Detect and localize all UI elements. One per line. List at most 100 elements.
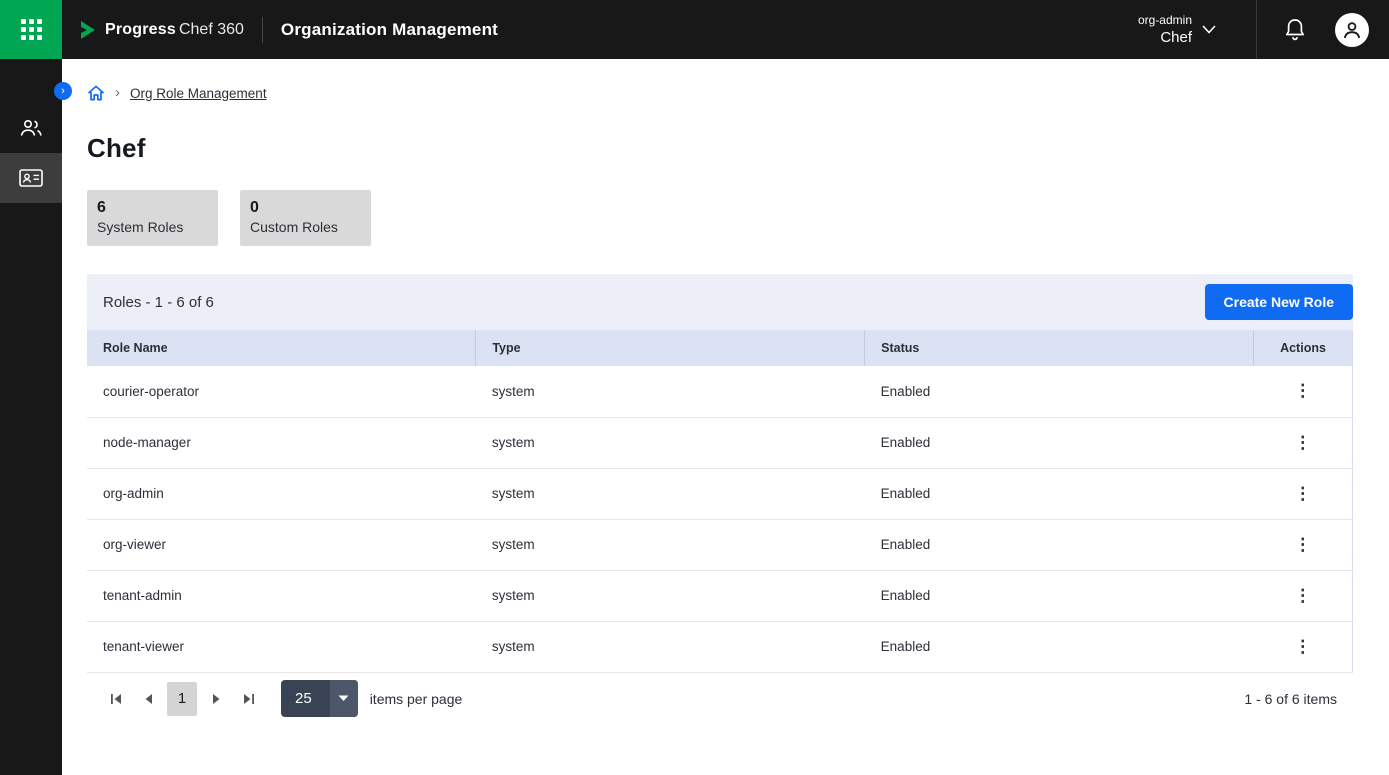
table-row: org-adminsystemEnabled ⋮ [87, 468, 1353, 519]
table-row: courier-operatorsystemEnabled ⋮ [87, 366, 1353, 417]
pagination-range-label: 1 - 6 of 6 items [1244, 691, 1351, 707]
sidebar-toggle-chevron-icon: › [61, 85, 65, 97]
role-type-cell: system [476, 621, 865, 672]
row-actions-cell: ⋮ [1254, 366, 1353, 417]
breadcrumb-home-button[interactable] [87, 84, 105, 102]
progress-chevron-icon [78, 20, 98, 40]
role-name-cell: courier-operator [87, 366, 476, 417]
app-launcher-button[interactable] [0, 0, 62, 59]
org-role-label: org-admin [1138, 12, 1192, 28]
role-name-cell: org-viewer [87, 519, 476, 570]
custom-roles-count: 0 [250, 199, 355, 217]
page-size-select[interactable]: 25 [281, 680, 358, 717]
row-actions-menu-icon[interactable]: ⋮ [1284, 377, 1321, 405]
user-avatar-button[interactable] [1335, 13, 1369, 47]
next-page-button[interactable] [203, 684, 229, 714]
row-actions-menu-icon[interactable]: ⋮ [1284, 531, 1321, 559]
page-size-value: 25 [281, 680, 330, 717]
sidebar: › [0, 59, 62, 775]
app-title: Organization Management [281, 20, 498, 40]
main-content: › Org Role Management Chef 6 System Role… [62, 59, 1389, 775]
row-actions-cell: ⋮ [1254, 519, 1353, 570]
last-page-button[interactable] [235, 684, 261, 714]
custom-roles-label: Custom Roles [250, 219, 355, 235]
role-type-cell: system [476, 417, 865, 468]
role-type-cell: system [476, 519, 865, 570]
sidebar-item-org-roles[interactable] [0, 153, 62, 203]
system-roles-count: 6 [97, 199, 202, 217]
row-actions-menu-icon[interactable]: ⋮ [1284, 582, 1321, 610]
role-status-cell: Enabled [865, 366, 1254, 417]
role-badge-icon [18, 167, 44, 189]
column-header-role-name: Role Name [87, 330, 476, 366]
last-page-icon [242, 693, 255, 705]
table-row: org-viewersystemEnabled ⋮ [87, 519, 1353, 570]
org-texts: org-admin Chef [1138, 12, 1192, 47]
brand-secondary-text: Chef 360 [179, 21, 244, 39]
role-status-cell: Enabled [865, 417, 1254, 468]
row-actions-cell: ⋮ [1254, 570, 1353, 621]
row-actions-cell: ⋮ [1254, 468, 1353, 519]
next-page-icon [212, 693, 221, 705]
page-size-dropdown-arrow-icon [330, 680, 358, 717]
page: Progress Chef 360 Organization Managemen… [0, 0, 1389, 775]
first-page-icon [110, 693, 123, 705]
roles-table: Role Name Type Status Actions courier-op… [87, 330, 1353, 673]
bell-icon [1284, 18, 1306, 42]
row-actions-menu-icon[interactable]: ⋮ [1284, 633, 1321, 661]
chevron-down-icon [1202, 25, 1216, 34]
row-actions-cell: ⋮ [1254, 621, 1353, 672]
previous-page-icon [144, 693, 153, 705]
first-page-button[interactable] [103, 684, 129, 714]
previous-page-button[interactable] [135, 684, 161, 714]
role-type-cell: system [476, 366, 865, 417]
user-icon [1341, 19, 1363, 41]
role-name-cell: tenant-admin [87, 570, 476, 621]
column-header-type: Type [476, 330, 865, 366]
row-actions-menu-icon[interactable]: ⋮ [1284, 429, 1321, 457]
app-grid-icon [21, 19, 42, 40]
table-row: node-managersystemEnabled ⋮ [87, 417, 1353, 468]
column-header-actions: Actions [1254, 330, 1353, 366]
pagination-bar: 1 25 item [87, 673, 1353, 725]
stats-row: 6 System Roles 0 Custom Roles [87, 190, 1353, 246]
breadcrumb-separator-icon: › [115, 84, 120, 101]
roles-table-title: Roles - 1 - 6 of 6 [103, 294, 214, 311]
org-switcher[interactable]: org-admin Chef [1138, 12, 1216, 47]
role-status-cell: Enabled [865, 468, 1254, 519]
stat-card-system-roles: 6 System Roles [87, 190, 218, 246]
system-roles-label: System Roles [97, 219, 202, 235]
role-name-cell: node-manager [87, 417, 476, 468]
stat-card-custom-roles: 0 Custom Roles [240, 190, 371, 246]
sidebar-item-users[interactable] [0, 103, 62, 153]
org-name-label: Chef [1160, 28, 1192, 47]
page-title: Chef [87, 133, 1353, 164]
table-row: tenant-viewersystemEnabled ⋮ [87, 621, 1353, 672]
role-status-cell: Enabled [865, 570, 1254, 621]
role-name-cell: org-admin [87, 468, 476, 519]
header-right: org-admin Chef [1138, 0, 1389, 59]
column-header-status: Status [865, 330, 1254, 366]
current-page-indicator[interactable]: 1 [167, 682, 197, 716]
roles-table-section: Roles - 1 - 6 of 6 Create New Role Role … [87, 274, 1353, 725]
header-divider [262, 17, 263, 43]
row-actions-menu-icon[interactable]: ⋮ [1284, 480, 1321, 508]
roles-table-body: courier-operatorsystemEnabled⋮node-manag… [87, 366, 1353, 672]
role-status-cell: Enabled [865, 519, 1254, 570]
breadcrumb: › Org Role Management [87, 83, 1353, 103]
brand-logo: Progress Chef 360 [78, 20, 244, 40]
table-header-row: Role Name Type Status Actions [87, 330, 1353, 366]
breadcrumb-link-org-role-management[interactable]: Org Role Management [130, 86, 267, 101]
table-row: tenant-adminsystemEnabled ⋮ [87, 570, 1353, 621]
create-new-role-button[interactable]: Create New Role [1205, 284, 1353, 320]
roles-table-toolbar: Roles - 1 - 6 of 6 Create New Role [87, 274, 1353, 330]
role-type-cell: system [476, 570, 865, 621]
role-status-cell: Enabled [865, 621, 1254, 672]
row-actions-cell: ⋮ [1254, 417, 1353, 468]
sidebar-expand-button[interactable]: › [54, 82, 72, 100]
notifications-button[interactable] [1257, 0, 1333, 59]
role-name-cell: tenant-viewer [87, 621, 476, 672]
role-type-cell: system [476, 468, 865, 519]
app-header: Progress Chef 360 Organization Managemen… [0, 0, 1389, 59]
users-icon [19, 117, 43, 139]
